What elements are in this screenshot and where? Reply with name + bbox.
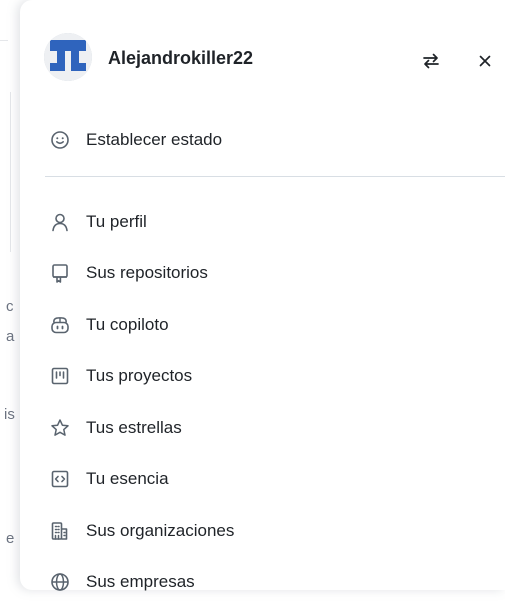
menu-item-label: Tu copiloto	[86, 315, 169, 335]
background-border	[10, 92, 11, 252]
menu-item-stars[interactable]: Tus estrellas	[50, 402, 470, 454]
background-text-fragment: c	[6, 298, 14, 315]
menu-item-label: Tus proyectos	[86, 366, 192, 386]
switch-account-button[interactable]	[417, 47, 445, 75]
menu-item-label: Tus estrellas	[86, 418, 182, 438]
background-text-fragment: e	[6, 530, 14, 547]
user-menu-list: Tu perfil Sus repositorios	[50, 196, 470, 608]
menu-item-projects[interactable]: Tus proyectos	[50, 351, 470, 403]
set-status-label: Establecer estado	[86, 130, 222, 150]
identicon-avatar-icon	[44, 33, 92, 81]
person-icon	[50, 212, 70, 232]
star-icon	[50, 418, 70, 438]
copilot-icon	[50, 315, 70, 335]
background-page: c a is e	[0, 0, 20, 590]
menu-item-organizations[interactable]: Sus organizaciones	[50, 505, 470, 557]
menu-item-label: Tu esencia	[86, 469, 169, 489]
background-text-fragment: is	[4, 406, 15, 423]
set-status-button[interactable]: Establecer estado	[50, 120, 450, 160]
menu-item-repositories[interactable]: Sus repositorios	[50, 248, 470, 300]
menu-divider	[45, 176, 505, 177]
project-icon	[50, 366, 70, 386]
menu-item-label: Tu perfil	[86, 212, 147, 232]
user-avatar	[44, 33, 92, 81]
switch-account-icon	[421, 51, 441, 71]
menu-item-copilot[interactable]: Tu copiloto	[50, 299, 470, 351]
user-menu-panel: Alejandrokiller22 Establecer estado	[20, 0, 505, 590]
username: Alejandrokiller22	[108, 48, 253, 69]
menu-item-label: Sus repositorios	[86, 263, 208, 283]
menu-item-label: Sus organizaciones	[86, 521, 234, 541]
globe-icon	[50, 572, 70, 592]
background-text-fragment: a	[6, 328, 14, 345]
organization-icon	[50, 521, 70, 541]
menu-item-gists[interactable]: Tu esencia	[50, 454, 470, 506]
menu-item-enterprises[interactable]: Sus empresas	[50, 557, 470, 608]
background-divider	[0, 40, 8, 41]
gist-icon	[50, 469, 70, 489]
close-button[interactable]	[471, 47, 499, 75]
close-icon	[477, 53, 493, 69]
user-menu-header: Alejandrokiller22	[20, 0, 505, 120]
smiley-icon	[50, 130, 70, 150]
menu-item-label: Sus empresas	[86, 572, 195, 592]
menu-item-profile[interactable]: Tu perfil	[50, 196, 470, 248]
repo-icon	[50, 263, 70, 283]
